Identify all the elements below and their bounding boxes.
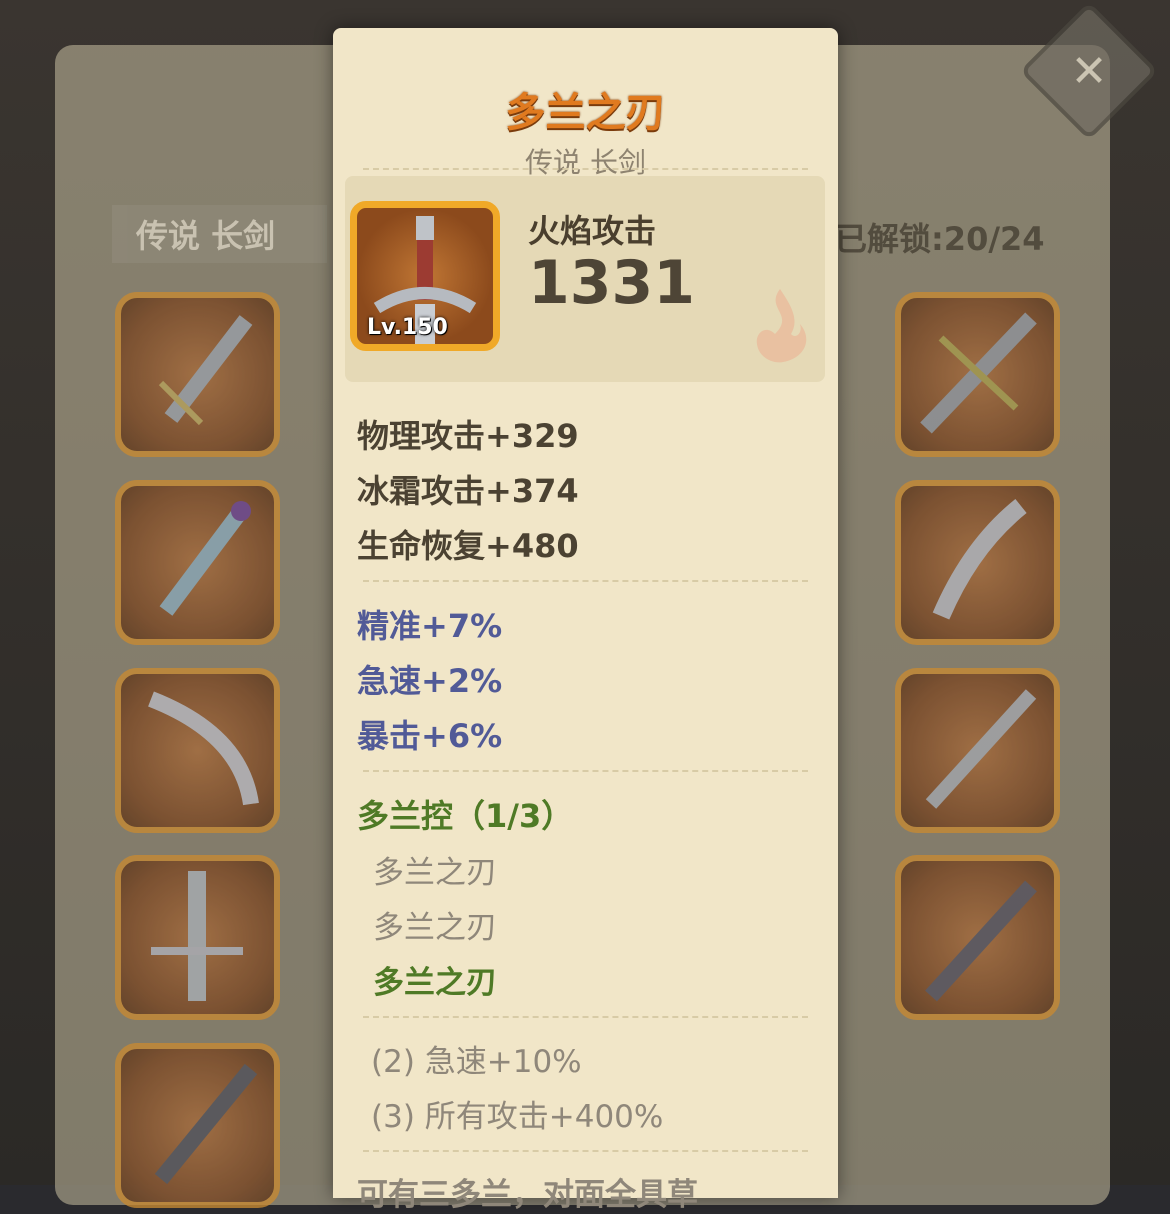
base-stat-1: 物理攻击+329 [357,417,579,455]
base-stat-3: 生命恢复+480 [357,527,579,565]
item-detail-panel: 多兰之刃 传说 长剑 Lv.150 火焰攻击 1331 物理攻击+329 冰霜攻… [333,28,838,1213]
fire-icon [756,289,807,363]
main-stat-value: 1331 [528,248,695,318]
scimitar-icon [148,691,259,806]
set-bonus-3: (3) 所有攻击+400% [371,1099,664,1135]
sword-icon [154,1063,258,1185]
item-title: 多兰之刃 [505,90,666,136]
weapon-slot-3[interactable] [115,668,280,833]
weapon-slot-5[interactable] [115,1043,280,1208]
divider [363,1150,808,1152]
unlocked-counter: 已解锁:20/24 [835,220,1045,258]
base-stat-2: 冰霜攻击+374 [357,472,579,510]
divider [363,580,808,582]
weapon-slot-9[interactable] [895,855,1060,1020]
weapon-slot-8[interactable] [895,668,1060,833]
rare-stat-1: 精准+7% [357,607,503,645]
scimitar-icon [932,498,1027,620]
sword-icon [925,689,1037,809]
weapon-slot-4[interactable] [115,855,280,1020]
weapon-slot-2[interactable] [115,480,280,645]
item-summary-box: Lv.150 火焰攻击 1331 [345,176,825,382]
category-tab[interactable]: 传说 长剑 [112,205,327,263]
set-item-2: 多兰之刃 [373,910,497,946]
weapon-slot-7[interactable] [895,480,1060,645]
sword-icon [159,501,251,616]
sword-icon [158,315,253,426]
item-flavor-text: 可有三多兰，对面全具草 [357,1177,698,1213]
weapon-slot-6[interactable] [895,292,1060,457]
divider [363,1016,808,1018]
set-name: 多兰控（1/3） [357,797,574,835]
sword-icon [151,871,243,1001]
sword-icon [920,312,1037,434]
main-stat-label: 火焰攻击 [528,212,657,250]
item-level: Lv.150 [367,315,448,340]
divider [363,770,808,772]
close-icon: ✕ [1070,45,1108,97]
set-bonus-2: (2) 急速+10% [371,1044,582,1080]
item-icon: Lv.150 [350,201,500,351]
divider [363,168,808,170]
set-item-3: 多兰之刃 [373,965,497,1001]
item-subtitle: 传说 长剑 [525,146,646,179]
weapon-slot-1[interactable] [115,292,280,457]
rare-stat-3: 暴击+6% [357,717,503,755]
rare-stat-2: 急速+2% [357,662,503,700]
set-item-1: 多兰之刃 [373,855,497,891]
sword-icon [925,880,1037,1002]
